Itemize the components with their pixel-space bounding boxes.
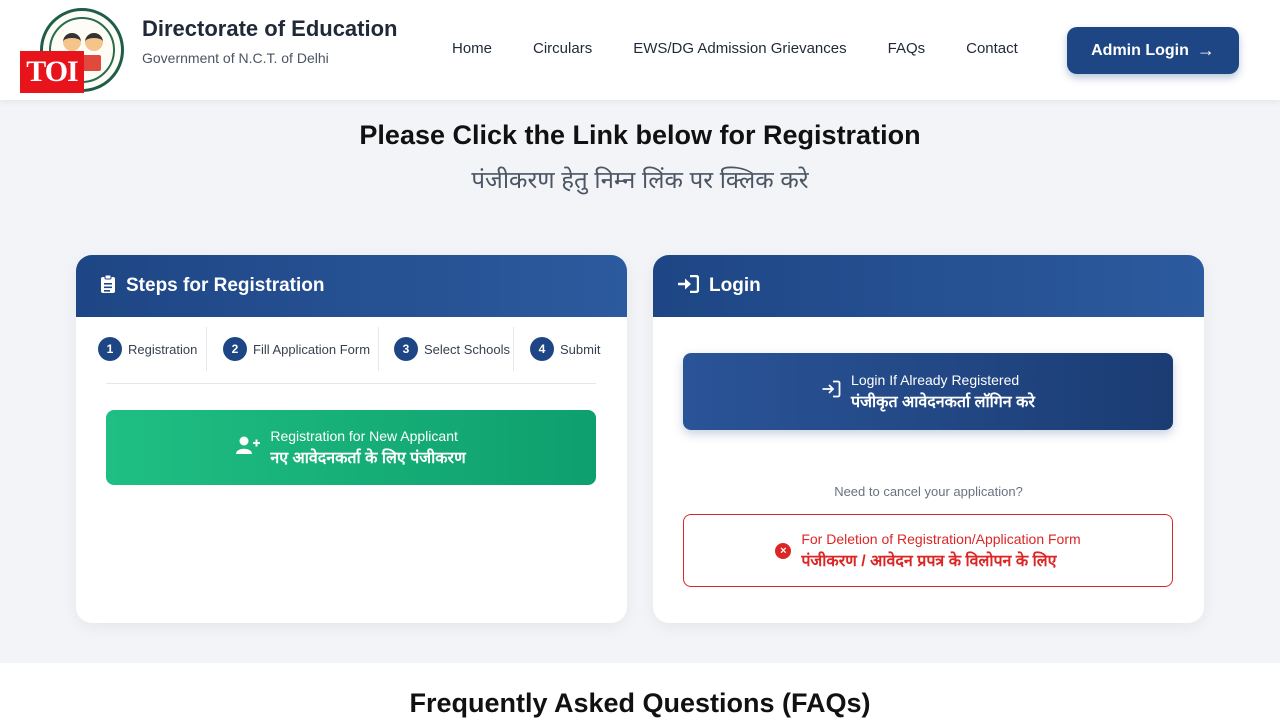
nav-faqs[interactable]: FAQs <box>888 40 926 57</box>
steps-card: Steps for Registration 1 Registration 2 … <box>76 255 627 623</box>
cancel-application-prompt: Need to cancel your application? <box>834 484 1023 499</box>
login-button-label: Login If Already Registered <box>851 371 1020 388</box>
main-nav: Home Circulars EWS/DG Admission Grievanc… <box>452 40 1059 57</box>
login-registered-button[interactable]: Login If Already Registered पंजीकृत आवेद… <box>683 353 1173 430</box>
steps-card-header: Steps for Registration <box>76 255 627 317</box>
delete-button-label-hindi: पंजीकरण / आवेदन प्रपत्र के विलोपन के लिए <box>801 552 1057 570</box>
page-subtitle-hindi: पंजीकरण हेतु निम्न लिंक पर क्लिक करे <box>471 167 809 194</box>
register-button-text: Registration for New Applicant नए आवेदनक… <box>270 428 465 468</box>
step-submit: 4 Submit <box>530 327 600 371</box>
admin-login-button[interactable]: Admin Login → <box>1067 27 1239 74</box>
delete-registration-button[interactable]: × For Deletion of Registration/Applicati… <box>683 514 1173 587</box>
site-subtitle: Government of N.C.T. of Delhi <box>142 50 329 66</box>
logo-child-figure <box>85 33 103 51</box>
faq-title: Frequently Asked Questions (FAQs) <box>409 688 871 718</box>
site-header: TOI Directorate of Education Government … <box>0 0 1280 100</box>
nav-contact[interactable]: Contact <box>966 40 1018 57</box>
step-number: 4 <box>530 337 554 361</box>
step-number: 1 <box>98 337 122 361</box>
toi-watermark: TOI <box>20 51 84 93</box>
login-button-text: Login If Already Registered पंजीकृत आवेद… <box>851 372 1035 412</box>
user-plus-icon <box>236 435 261 461</box>
delete-button-text: For Deletion of Registration/Application… <box>801 531 1080 571</box>
steps-card-title: Steps for Registration <box>126 275 325 296</box>
step-label: Registration <box>128 341 198 357</box>
step-divider <box>378 327 379 371</box>
step-number: 2 <box>223 337 247 361</box>
nav-home[interactable]: Home <box>452 40 492 57</box>
register-button-label-hindi: नए आवेदनकर्ता के लिए पंजीकरण <box>270 449 466 467</box>
step-label: Select Schools <box>424 341 510 357</box>
page-title: Please Click the Link below for Registra… <box>359 120 921 150</box>
step-label: Submit <box>560 341 601 357</box>
times-circle-icon: × <box>775 542 792 559</box>
step-registration: 1 Registration <box>98 327 197 371</box>
registration-steps: 1 Registration 2 Fill Application Form 3… <box>76 327 627 371</box>
clipboard-list-icon <box>100 274 116 299</box>
sign-in-icon <box>677 274 700 298</box>
arrow-right-icon: → <box>1196 40 1215 60</box>
admin-login-label: Admin Login <box>1091 41 1189 59</box>
nav-circulars[interactable]: Circulars <box>533 40 592 57</box>
login-card-title: Login <box>709 275 761 296</box>
step-select-schools: 3 Select Schools <box>394 327 510 371</box>
steps-divider <box>106 383 596 384</box>
login-card-header: Login <box>653 255 1204 317</box>
step-divider <box>513 327 514 371</box>
site-title: Directorate of Education <box>142 16 398 41</box>
logo-child-figure <box>63 33 81 51</box>
login-card: Login Login If Already Registered पंजीकृ… <box>653 255 1204 623</box>
register-button-label: Registration for New Applicant <box>270 427 458 444</box>
login-button-label-hindi: पंजीकृत आवेदनकर्ता लॉगिन करे <box>851 393 1035 411</box>
nav-ews-dg-grievances[interactable]: EWS/DG Admission Grievances <box>633 40 846 57</box>
step-divider <box>206 327 207 371</box>
register-new-applicant-button[interactable]: Registration for New Applicant नए आवेदनक… <box>106 410 596 485</box>
delete-button-label: For Deletion of Registration/Application… <box>801 530 1081 547</box>
sign-in-icon <box>821 380 841 404</box>
step-label: Fill Application Form <box>253 341 371 357</box>
step-number: 3 <box>394 337 418 361</box>
step-fill-application-form: 2 Fill Application Form <box>223 327 370 371</box>
